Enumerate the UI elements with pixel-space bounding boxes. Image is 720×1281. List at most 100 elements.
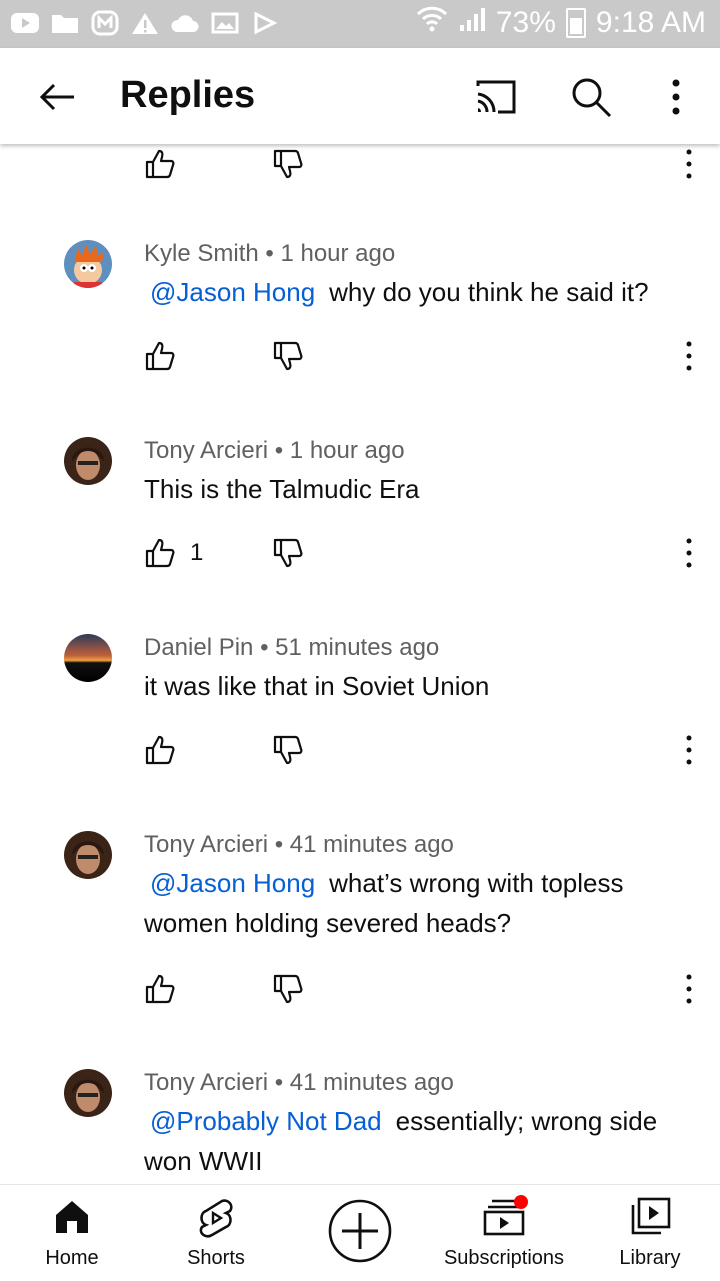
search-icon <box>572 78 612 118</box>
meta-separator: • <box>265 240 274 267</box>
dislike-icon[interactable] <box>272 537 304 569</box>
photo-avatar-icon <box>64 1069 112 1117</box>
comment-author[interactable]: Tony Arcieri <box>144 1069 268 1096</box>
comment-meta: Kyle Smith • 1 hour ago <box>144 240 395 268</box>
meta-separator: • <box>274 437 284 464</box>
comment-time: 1 hour ago <box>289 437 405 464</box>
nav-library[interactable]: Library <box>590 1185 710 1281</box>
comment-author[interactable]: Tony Arcieri <box>144 437 268 464</box>
comment-actions <box>144 973 704 1013</box>
comment-text: @Jason Hong what’s wrong with topless wom… <box>144 863 694 943</box>
warning-notification-icon <box>130 10 160 36</box>
folder-notification-icon <box>50 10 80 36</box>
more-options-button[interactable] <box>658 74 694 120</box>
m-app-notification-icon <box>90 10 120 36</box>
battery-icon <box>565 8 586 38</box>
nav-home-label: Home <box>45 1247 99 1269</box>
comment-actions: 1 <box>144 537 704 577</box>
add-circle-icon <box>328 1199 392 1263</box>
avatar[interactable] <box>64 1069 112 1117</box>
mention-link[interactable]: @Probably Not Dad <box>150 1106 382 1136</box>
search-button[interactable] <box>568 74 614 120</box>
nav-subscriptions-label: Subscriptions <box>443 1247 565 1269</box>
notification-icons <box>10 10 280 36</box>
comment-more-icon[interactable] <box>684 734 694 766</box>
comment-more-icon[interactable] <box>684 537 694 569</box>
cast-icon <box>476 80 516 114</box>
comment-more-icon[interactable] <box>684 340 694 372</box>
nav-home[interactable]: Home <box>12 1185 132 1281</box>
photo-avatar-icon <box>64 437 112 485</box>
mention-link[interactable]: @Jason Hong <box>150 277 315 307</box>
comment-meta: Tony Arcieri • 41 minutes ago <box>144 831 454 859</box>
signal-icon <box>458 6 486 40</box>
notification-dot-icon <box>514 1195 528 1209</box>
comment-time: 51 minutes ago <box>275 634 440 661</box>
comment-body: why do you think he said it? <box>329 277 649 307</box>
page-title: Replies <box>120 74 256 116</box>
meta-separator: • <box>260 634 269 661</box>
dislike-icon[interactable] <box>272 734 304 766</box>
replies-list[interactable]: Kyle Smith • 1 hour ago @Jason Hong why d… <box>0 144 720 1184</box>
like-icon[interactable] <box>144 340 176 372</box>
dislike-icon[interactable] <box>272 148 304 180</box>
comment-meta: Tony Arcieri • 41 minutes ago <box>144 1069 454 1097</box>
create-button[interactable] <box>320 1185 400 1281</box>
comment-meta: Daniel Pin • 51 minutes ago <box>144 634 439 662</box>
nav-subscriptions[interactable]: Subscriptions <box>434 1185 574 1281</box>
comment-text: @Probably Not Dad essentially; wrong side… <box>144 1101 694 1181</box>
avatar[interactable] <box>64 437 112 485</box>
play-outline-notification-icon <box>250 10 280 36</box>
dislike-icon[interactable] <box>272 340 304 372</box>
comment-time: 1 hour ago <box>280 240 396 267</box>
comment-actions <box>144 734 704 774</box>
comment-author[interactable]: Daniel Pin <box>144 634 253 661</box>
battery-percentage: 73% <box>495 6 556 39</box>
like-icon[interactable] <box>144 734 176 766</box>
comment-actions <box>144 340 704 380</box>
photo-avatar-icon <box>64 831 112 879</box>
nav-shorts[interactable]: Shorts <box>156 1185 276 1281</box>
sunset-avatar-icon <box>64 634 112 682</box>
library-icon <box>631 1197 671 1235</box>
cartoon-avatar-icon <box>64 240 112 288</box>
like-icon[interactable] <box>144 148 176 180</box>
comment-more-icon[interactable] <box>684 973 694 1005</box>
home-icon <box>56 1201 88 1233</box>
nav-library-label: Library <box>619 1247 681 1269</box>
image-notification-icon <box>210 10 240 36</box>
back-arrow-icon <box>39 83 74 111</box>
comment-time: 41 minutes ago <box>289 831 454 858</box>
app-bar: Replies <box>0 48 720 144</box>
status-bar: 73% 9:18 AM <box>0 0 720 48</box>
back-button[interactable] <box>34 74 80 120</box>
like-icon[interactable] <box>144 973 176 1005</box>
clock: 9:18 AM <box>595 6 706 39</box>
comment-time: 41 minutes ago <box>289 1069 454 1096</box>
comment-author[interactable]: Kyle Smith <box>144 240 259 267</box>
avatar[interactable] <box>64 831 112 879</box>
comment-actions <box>144 148 704 188</box>
cast-button[interactable] <box>472 78 518 118</box>
comment-body: This is the Talmudic Era <box>144 474 420 504</box>
cloud-notification-icon <box>170 10 200 36</box>
youtube-notification-icon <box>10 10 40 36</box>
avatar[interactable] <box>64 634 112 682</box>
dislike-icon[interactable] <box>272 973 304 1005</box>
comment-meta: Tony Arcieri • 1 hour ago <box>144 437 405 465</box>
comment-more-icon[interactable] <box>684 148 694 180</box>
like-icon[interactable] <box>144 537 176 569</box>
like-count: 1 <box>190 539 204 566</box>
wifi-icon <box>416 6 448 40</box>
avatar[interactable] <box>64 240 112 288</box>
meta-separator: • <box>274 1069 284 1096</box>
vertical-dots-icon <box>672 79 680 115</box>
meta-separator: • <box>274 831 284 858</box>
mention-link[interactable]: @Jason Hong <box>150 868 315 898</box>
bottom-navigation: Home Shorts Subscriptions Library <box>0 1184 720 1281</box>
comment-author[interactable]: Tony Arcieri <box>144 831 268 858</box>
comment-text: This is the Talmudic Era <box>144 469 694 509</box>
comment-body: it was like that in Soviet Union <box>144 671 490 701</box>
comment-text: it was like that in Soviet Union <box>144 666 694 706</box>
system-status: 73% 9:18 AM <box>416 6 706 40</box>
